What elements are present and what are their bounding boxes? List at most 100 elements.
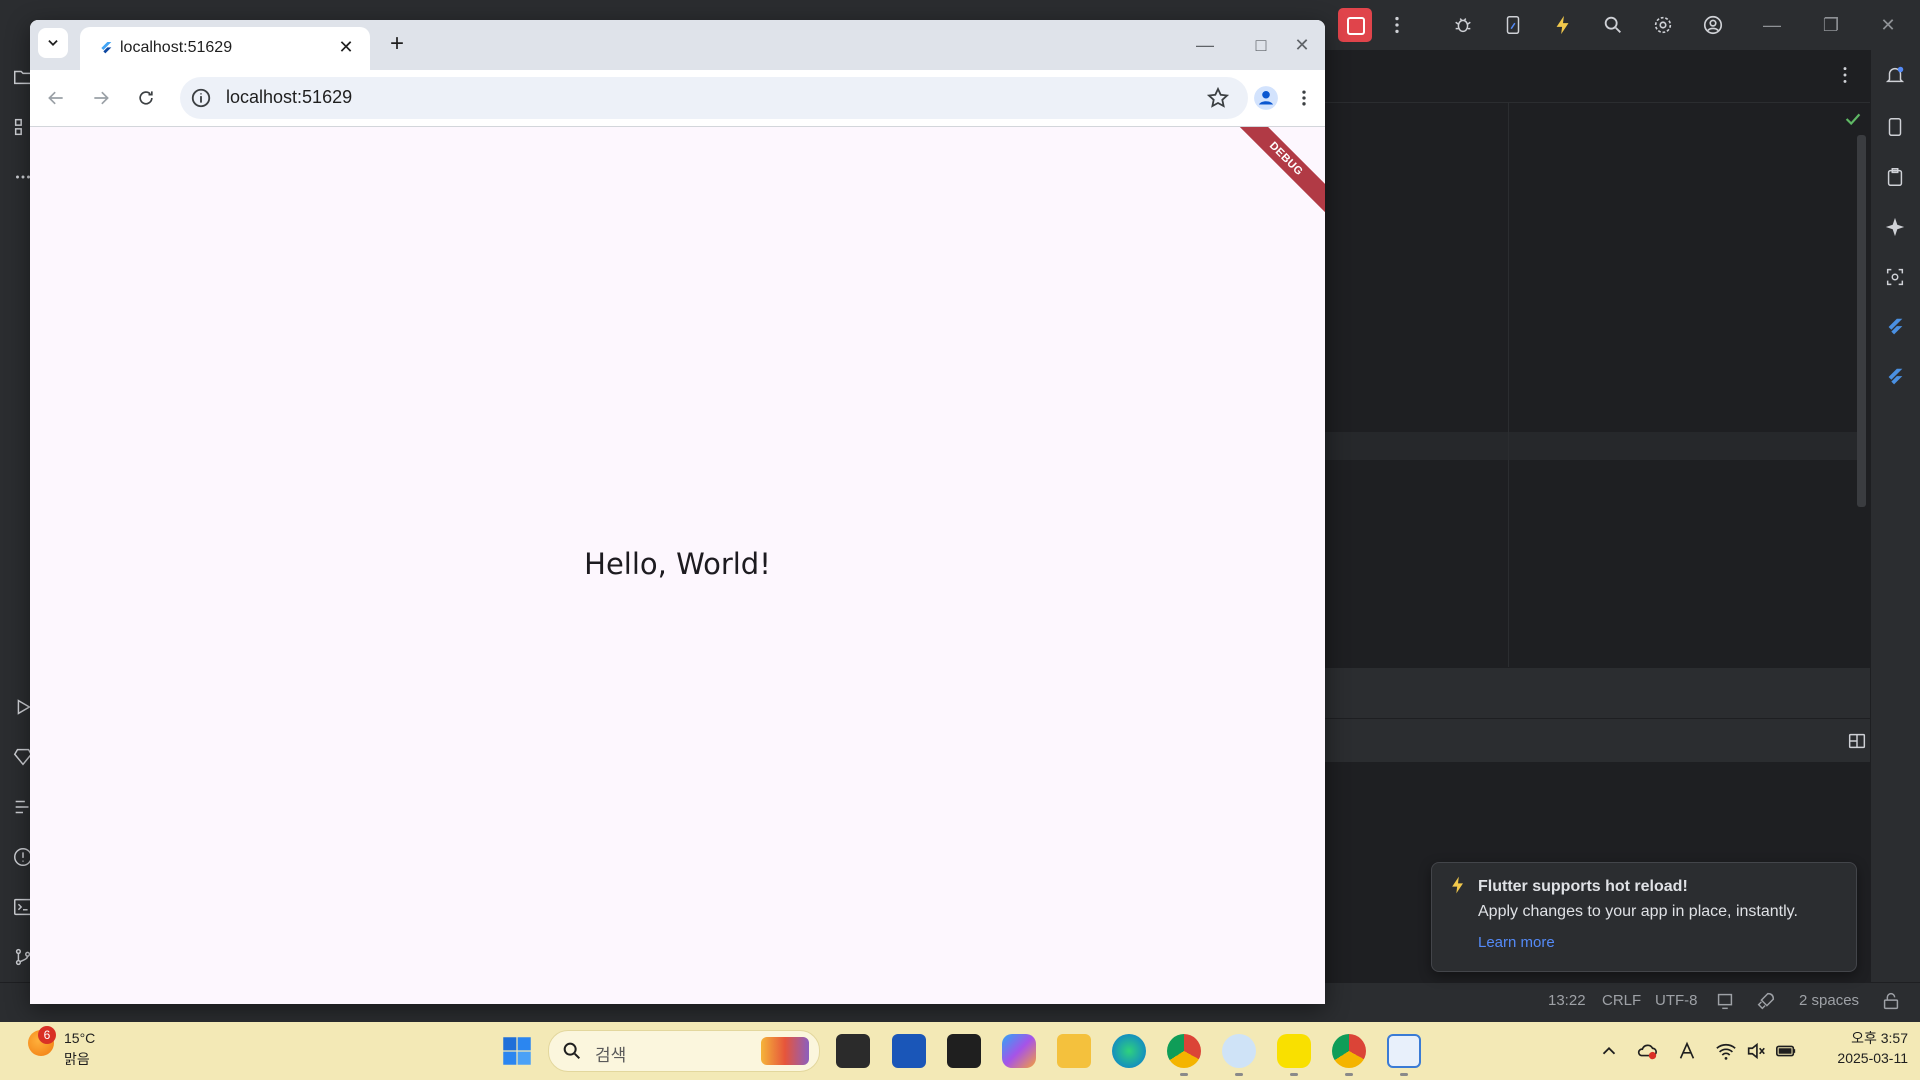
ide-editor-scrollbar[interactable] (1857, 135, 1866, 507)
lock-icon[interactable] (1876, 986, 1906, 1016)
ide-current-line-highlight (1325, 432, 1857, 460)
store-icon[interactable] (892, 1034, 926, 1068)
weather-badge: 6 (38, 1026, 56, 1044)
flutter-icon (101, 42, 112, 54)
reload-button[interactable] (130, 82, 162, 114)
battery-icon[interactable] (1775, 1040, 1797, 1062)
copilot-icon[interactable] (1002, 1034, 1036, 1068)
tab-strip: localhost:51629 ✕ + — □ ✕ (30, 20, 1325, 70)
forward-button[interactable] (85, 82, 117, 114)
wifi-icon[interactable] (1715, 1040, 1737, 1062)
debug-banner: DEBUG (1225, 127, 1325, 220)
notification-body: Apply changes to your app in place, inst… (1478, 903, 1798, 920)
profile-button[interactable] (1250, 82, 1282, 114)
input-method-icon[interactable] (1676, 1040, 1698, 1062)
search-highlight-icon (761, 1037, 809, 1065)
chevron-up-icon[interactable] (1598, 1040, 1620, 1062)
notification-title: Flutter supports hot reload! (1478, 878, 1688, 895)
flutter-performance-icon[interactable] (1880, 362, 1910, 392)
browser-tab[interactable]: localhost:51629 ✕ (80, 27, 370, 70)
profile-icon (1254, 86, 1278, 110)
debug-icon[interactable] (1448, 10, 1478, 40)
close-window-button[interactable]: ✕ (1279, 30, 1325, 60)
ide-tool-window-toolbar (1325, 718, 1870, 763)
arrow-left-icon (48, 91, 63, 105)
arrow-right-icon (94, 91, 109, 105)
hot-reload-icon[interactable] (1548, 10, 1578, 40)
browser-toolbar: localhost:51629 (30, 70, 1325, 127)
memory-icon[interactable] (1710, 986, 1740, 1016)
running-indicator (1345, 1073, 1353, 1076)
more-vertical-icon (1302, 90, 1306, 106)
inspector-icon[interactable] (1880, 262, 1910, 292)
bookmark-star-icon[interactable] (1206, 86, 1230, 110)
ide-restore-button[interactable]: ❐ (1816, 10, 1846, 40)
device-manager-icon[interactable] (1880, 112, 1910, 142)
info-icon[interactable] (190, 87, 212, 109)
chrome-icon[interactable] (1167, 1034, 1201, 1068)
check-icon (1838, 104, 1868, 134)
search-placeholder: 검색 (595, 1046, 627, 1065)
search-icon (563, 1042, 581, 1060)
search-icon[interactable] (1598, 10, 1628, 40)
kakaotalk-icon[interactable] (1277, 1034, 1311, 1068)
snipping-tool-icon[interactable] (1387, 1034, 1421, 1068)
rocket-icon[interactable] (1751, 986, 1781, 1016)
ide-editor-area[interactable] (1325, 50, 1870, 668)
clipboard-icon[interactable] (1880, 162, 1910, 192)
notifications-icon[interactable] (1880, 60, 1910, 90)
task-view-icon[interactable] (836, 1034, 870, 1068)
ide-editor-tabs (1325, 50, 1870, 103)
url-text[interactable]: localhost:51629 (226, 87, 352, 108)
flutter-inspector-icon[interactable] (1880, 312, 1910, 342)
onedrive-icon[interactable] (1636, 1040, 1658, 1062)
minimize-button[interactable]: — (1182, 30, 1228, 60)
volume-muted-icon[interactable] (1745, 1040, 1767, 1062)
ide-minimize-button[interactable]: — (1757, 10, 1787, 40)
new-tab-button[interactable]: + (382, 30, 412, 60)
clock-date[interactable]: 2025-03-11 (1808, 1050, 1908, 1066)
chrome-profile-icon[interactable] (1332, 1034, 1366, 1068)
line-ending[interactable]: CRLF (1602, 992, 1641, 1009)
sparkle-icon[interactable] (1880, 212, 1910, 242)
account-icon[interactable] (1698, 10, 1728, 40)
weather-temperature[interactable]: 15°C (64, 1030, 95, 1046)
windows-start-icon[interactable] (502, 1036, 532, 1066)
reload-icon (139, 91, 153, 105)
android-studio-icon[interactable] (1222, 1034, 1256, 1068)
sticky-notes-icon[interactable] (947, 1034, 981, 1068)
running-indicator (1235, 1073, 1243, 1076)
running-indicator (1290, 1073, 1298, 1076)
edge-icon[interactable] (1112, 1034, 1146, 1068)
weather-condition[interactable]: 맑음 (64, 1049, 90, 1069)
ide-close-button[interactable]: ✕ (1873, 10, 1903, 40)
tab-search-button[interactable] (38, 28, 68, 58)
layout-icon[interactable] (1842, 726, 1872, 756)
running-indicator (1180, 1073, 1188, 1076)
back-button[interactable] (40, 82, 72, 114)
clock-time[interactable]: 오후 3:57 (1818, 1028, 1908, 1048)
learn-more-link[interactable]: Learn more (1478, 934, 1555, 951)
file-encoding[interactable]: UTF-8 (1655, 992, 1698, 1009)
more-vertical-icon[interactable] (1382, 10, 1412, 40)
browser-window: localhost:51629 ✕ + — □ ✕ localhost:5162… (30, 20, 1325, 1004)
cursor-position[interactable]: 13:22 (1548, 992, 1586, 1009)
more-vertical-icon[interactable] (1830, 60, 1860, 90)
bolt-icon (1452, 876, 1463, 894)
maximize-button[interactable]: □ (1238, 30, 1284, 60)
chevron-down-icon (48, 40, 58, 46)
address-bar[interactable]: localhost:51629 (180, 77, 1248, 119)
indent-setting[interactable]: 2 spaces (1799, 992, 1859, 1009)
browser-menu-button[interactable] (1292, 82, 1316, 114)
ide-right-margin-guide (1508, 102, 1509, 667)
ide-tool-window-header (1325, 668, 1870, 718)
flutter-app-viewport[interactable]: Hello, World! DEBUG (30, 127, 1325, 1004)
device-icon[interactable] (1498, 10, 1528, 40)
tab-title: localhost:51629 (120, 39, 233, 56)
close-tab-icon[interactable]: ✕ (334, 35, 358, 59)
running-indicator (1400, 1073, 1408, 1076)
taskbar-search-box[interactable]: 검색 (548, 1030, 820, 1072)
file-explorer-icon[interactable] (1057, 1034, 1091, 1068)
stop-icon (1347, 17, 1365, 35)
gear-icon[interactable] (1648, 10, 1678, 40)
